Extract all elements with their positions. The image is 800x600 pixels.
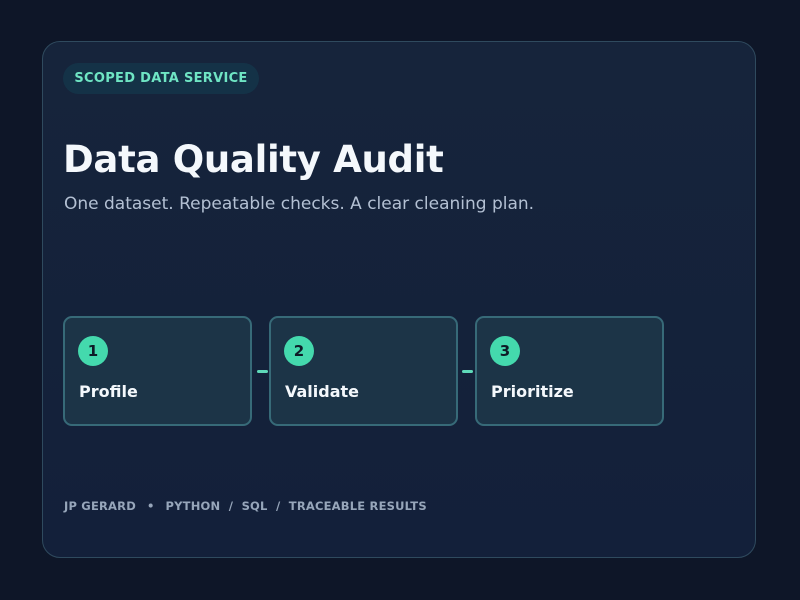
page-title: Data Quality Audit — [63, 138, 444, 181]
footer-tags: PYTHON / SQL / TRACEABLE RESULTS — [165, 499, 427, 513]
step-label: Prioritize — [491, 382, 574, 401]
step-card-validate: 2 Validate — [269, 316, 458, 426]
step-card-prioritize: 3 Prioritize — [475, 316, 664, 426]
service-badge: SCOPED DATA SERVICE — [63, 63, 259, 94]
step-card-profile: 1 Profile — [63, 316, 252, 426]
step-label: Profile — [79, 382, 138, 401]
step-connector — [462, 370, 473, 373]
step-label: Validate — [285, 382, 360, 401]
page-subtitle: One dataset. Repeatable checks. A clear … — [64, 194, 535, 214]
step-connector — [257, 370, 268, 373]
step-number-badge: 3 — [490, 336, 520, 366]
footer-author: JP GERARD — [64, 499, 136, 513]
step-number-badge: 1 — [78, 336, 108, 366]
footer-credits: JP GERARD • PYTHON / SQL / TRACEABLE RESUL… — [64, 498, 427, 514]
service-card: SCOPED DATA SERVICE Data Quality Audit O… — [42, 41, 756, 558]
footer-bullet: • — [146, 499, 155, 513]
step-number-badge: 2 — [284, 336, 314, 366]
